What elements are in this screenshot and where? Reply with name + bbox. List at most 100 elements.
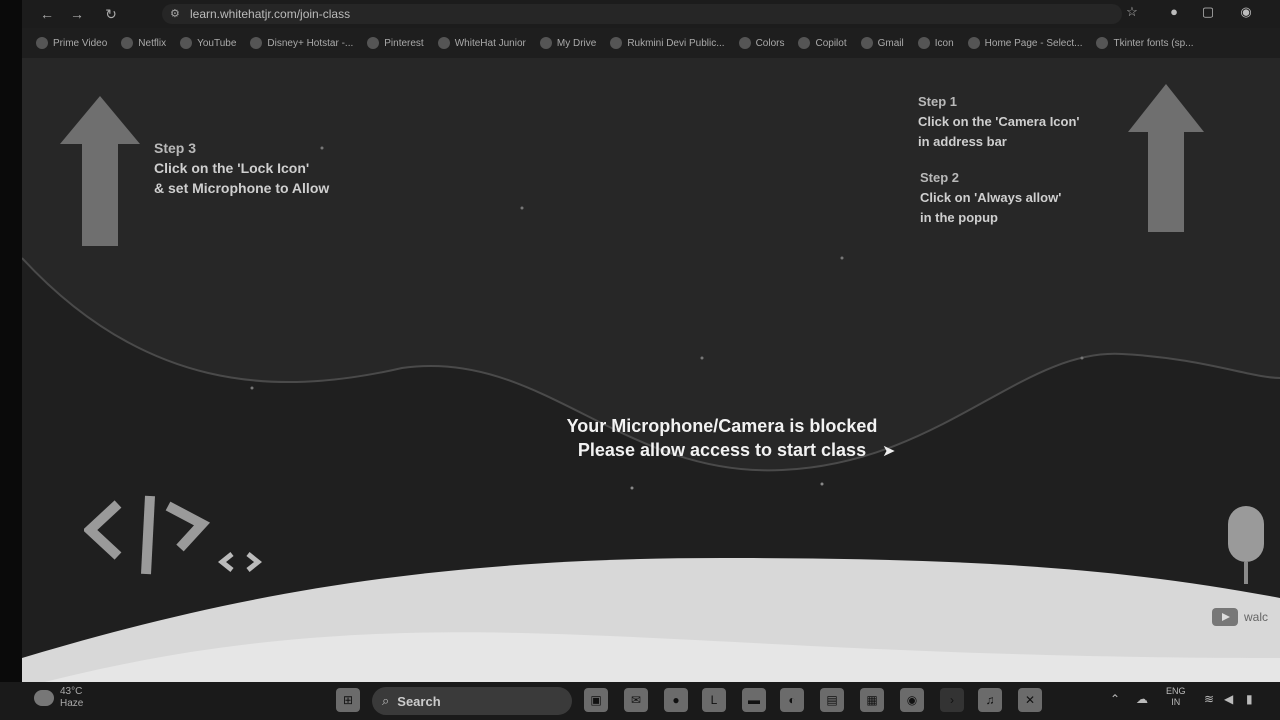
whitehat-icon [437, 37, 450, 49]
battery-icon[interactable]: ▮ [1246, 692, 1253, 706]
blocked-message-line-2: Please allow access to start class [577, 440, 867, 460]
prime-video-icon [36, 37, 48, 49]
bookmarks-bar: Prime Video Netflix YouTube Disney+ Hots… [22, 28, 1280, 58]
bookmark-label: Netflix [138, 37, 167, 49]
spotify-icon[interactable]: ♫ [978, 688, 1002, 712]
bookmark-label: Icon [934, 37, 954, 49]
bookmark-label: YouTube [197, 37, 237, 49]
bookmark-label: My Drive [556, 37, 597, 49]
site-info-icon[interactable]: ⚙ [170, 8, 182, 20]
bookmark-label: Home Page - Select... [984, 37, 1083, 49]
netflix-icon [121, 37, 134, 49]
bookmark-whitehat-junior[interactable]: WhiteHat Junior [437, 37, 526, 49]
edge-icon[interactable]: ◐ [780, 688, 804, 712]
bookmark-star-icon[interactable]: ☆ [1122, 2, 1142, 22]
gmail-icon [860, 37, 873, 49]
language-line-1: ENG [1166, 686, 1186, 696]
app-icon[interactable]: ▦ [860, 688, 884, 712]
forward-button[interactable]: → [68, 5, 86, 23]
microphone-illustration-icon [1228, 506, 1264, 562]
back-button[interactable]: ← [38, 5, 56, 23]
mouse-cursor-icon: ➤ [882, 443, 896, 460]
watermark-text: walc [1244, 610, 1269, 624]
browser-toolbar: ← → ↻ ⚙ learn.whitehatjr.com/join-class … [22, 0, 1280, 28]
weather-widget[interactable]: 43°C Haze [34, 686, 83, 710]
volume-icon[interactable]: ◀ [1224, 692, 1233, 706]
step-1-title: Step 1 [918, 94, 958, 109]
onedrive-icon[interactable]: ☁ [1136, 692, 1148, 706]
reload-button[interactable]: ↻ [102, 5, 120, 23]
bookmark-label: Pinterest [384, 37, 424, 49]
bookmark-label: Tkinter fonts (sp... [1113, 37, 1194, 49]
bookmark-netflix[interactable]: Netflix [121, 37, 166, 49]
bookmark-gmail[interactable]: Gmail [860, 37, 904, 49]
bookmark-label: Rukmini Devi Public... [627, 37, 725, 49]
step-1-line-1: Click on the 'Camera Icon' [918, 114, 1080, 129]
address-bar[interactable]: ⚙ learn.whitehatjr.com/join-class [162, 4, 1122, 24]
home-page-icon [967, 37, 980, 49]
url-text: learn.whitehatjr.com/join-class [190, 7, 351, 21]
language-line-2: IN [1171, 697, 1181, 707]
language-indicator[interactable]: ENG IN [1166, 686, 1186, 708]
step-3-title: Step 3 [154, 140, 197, 156]
app-l-icon[interactable]: L [702, 688, 726, 712]
bookmark-icon[interactable]: Icon [917, 37, 954, 49]
bookmark-rukmini-devi[interactable]: Rukmini Devi Public... [610, 37, 725, 49]
extensions-icon[interactable]: ● [1164, 2, 1184, 22]
wifi-icon[interactable]: ≋ [1204, 692, 1214, 706]
file-explorer-icon[interactable]: ▬ [742, 688, 766, 712]
monitor-bezel [0, 0, 22, 720]
bookmark-copilot[interactable]: Copilot [798, 37, 847, 49]
arrow-up-left-icon [60, 96, 140, 246]
youtube-icon [1212, 608, 1238, 626]
colors-icon [738, 37, 751, 49]
show-hidden-icons-icon[interactable]: ⌃ [1110, 692, 1120, 706]
profile-icon[interactable]: ◉ [1236, 2, 1256, 22]
bookmark-label: Gmail [877, 37, 904, 49]
bookmark-pinterest[interactable]: Pinterest [367, 37, 424, 49]
bookmark-label: Colors [755, 37, 785, 49]
school-icon [610, 37, 623, 49]
step-1-line-2: in address bar [918, 134, 1007, 149]
chat-icon[interactable]: ✉ [624, 688, 648, 712]
step-2-instructions: Step 2 Click on 'Always allow' in the po… [920, 168, 1061, 228]
terminal-icon[interactable]: › [940, 688, 964, 712]
store-icon[interactable]: ▤ [820, 688, 844, 712]
windows-taskbar: 43°C Haze ⊞ ⌕ Search ▣ ✉ ● L ▬ ◐ ▤ ▦ ◉ ›… [0, 682, 1280, 720]
weather-text: 43°C Haze [60, 686, 83, 710]
drive-icon [539, 37, 552, 49]
code-logo-icon [84, 495, 263, 575]
bookmark-colors[interactable]: Colors [738, 37, 785, 49]
pinterest-icon [367, 37, 380, 49]
xbox-icon[interactable]: ✕ [1018, 688, 1042, 712]
bookmark-prime-video[interactable]: Prime Video [36, 37, 107, 49]
bookmark-tkinter-fonts[interactable]: Tkinter fonts (sp... [1096, 37, 1194, 49]
start-button-icon[interactable]: ⊞ [336, 688, 360, 712]
bookmark-label: WhiteHat Junior [454, 37, 526, 49]
teams-icon[interactable]: ● [664, 688, 688, 712]
copilot-icon [798, 37, 811, 49]
tab-icon[interactable]: ▢ [1198, 2, 1218, 22]
search-label: Search [397, 693, 441, 709]
taskbar-search[interactable]: ⌕ Search [372, 687, 572, 715]
step-3-line-2: & set Microphone to Allow [154, 180, 330, 196]
weather-desc: Haze [60, 698, 84, 709]
bookmark-my-drive[interactable]: My Drive [539, 37, 597, 49]
step-2-line-2: in the popup [920, 210, 998, 225]
step-2-line-1: Click on 'Always allow' [920, 190, 1062, 205]
weather-temp: 43°C [60, 686, 83, 697]
globe-icon [917, 37, 930, 49]
chrome-icon[interactable]: ◉ [900, 688, 924, 712]
bookmark-home-page[interactable]: Home Page - Select... [967, 37, 1083, 49]
step-2-title: Step 2 [920, 170, 960, 185]
bookmark-youtube[interactable]: YouTube [180, 37, 236, 49]
hotstar-icon [250, 37, 263, 49]
bookmark-disney-hotstar[interactable]: Disney+ Hotstar -... [250, 37, 353, 49]
step-3-line-1: Click on the 'Lock Icon' [154, 160, 310, 176]
blocked-message: Your Microphone/Camera is blocked Please… [522, 414, 922, 462]
microphone-stand [1244, 562, 1248, 584]
join-class-page: Step 3 Click on the 'Lock Icon' & set Mi… [22, 58, 1280, 688]
task-view-icon[interactable]: ▣ [584, 688, 608, 712]
bookmark-label: Copilot [815, 37, 847, 49]
blocked-message-line-1: Your Microphone/Camera is blocked [566, 416, 878, 436]
